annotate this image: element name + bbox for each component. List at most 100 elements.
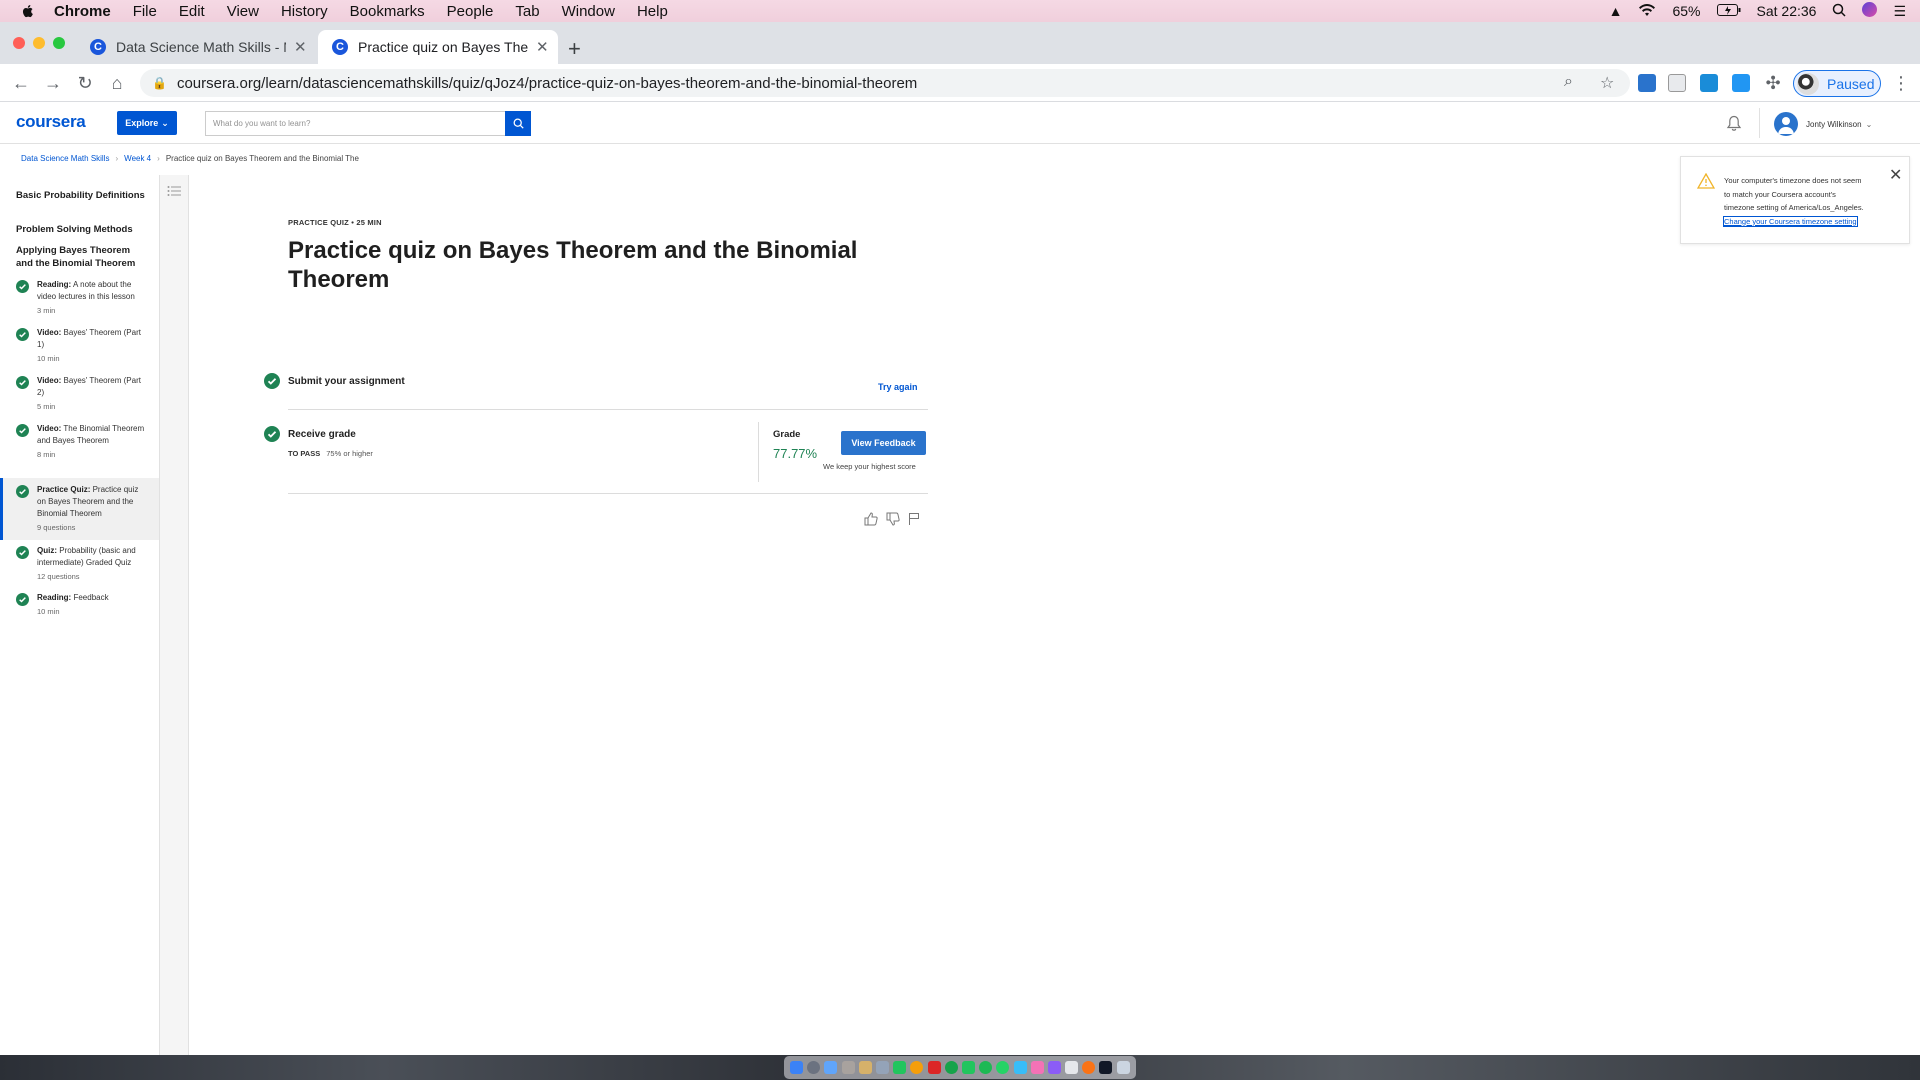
home-icon[interactable]: ⌂ — [106, 72, 128, 94]
battery-percent[interactable]: 65% — [1672, 3, 1700, 19]
spotlight-icon[interactable] — [1832, 3, 1846, 20]
chrome-menu-icon[interactable]: ⋮ — [1890, 72, 1912, 94]
menu-bookmarks[interactable]: Bookmarks — [350, 3, 425, 20]
menu-window[interactable]: Window — [562, 3, 615, 20]
notifications-bell-icon[interactable] — [1726, 115, 1742, 137]
notes-icon[interactable] — [858, 1061, 872, 1074]
explore-button[interactable]: Explore ⌄ — [117, 111, 177, 135]
url-text[interactable]: coursera.org/learn/datasciencemathskills… — [177, 75, 917, 92]
image-capture-icon[interactable] — [876, 1061, 890, 1074]
view-feedback-button[interactable]: View Feedback — [841, 431, 926, 455]
sidebar-item-reading-feedback[interactable]: Reading: Feedback 10 min — [0, 592, 159, 618]
control-center-icon[interactable]: ☰ — [1893, 3, 1906, 20]
podcasts-icon[interactable] — [1047, 1061, 1061, 1074]
tab-strip: C Data Science Math Skills - Mea ✕ C Pra… — [0, 22, 1920, 64]
tab-practice-quiz[interactable]: C Practice quiz on Bayes Theorem ✕ — [318, 30, 558, 64]
wifi-icon[interactable] — [1638, 3, 1656, 20]
warning-icon — [1697, 173, 1715, 189]
back-icon[interactable]: ← — [10, 72, 32, 94]
sidebar-section-problem-solving[interactable]: Problem Solving Methods — [16, 223, 146, 236]
minimize-window-icon[interactable] — [33, 37, 45, 49]
vivaldi-icon[interactable] — [927, 1061, 941, 1074]
photos-icon[interactable] — [910, 1061, 924, 1074]
thumbs-down-icon[interactable] — [886, 512, 900, 531]
item-duration: 10 min — [37, 354, 60, 363]
launchpad-icon[interactable] — [807, 1061, 821, 1074]
reload-icon[interactable]: ↻ — [74, 72, 96, 94]
terminal-icon[interactable] — [1099, 1061, 1113, 1074]
finder-icon[interactable] — [790, 1061, 804, 1074]
zoom-window-icon[interactable] — [53, 37, 65, 49]
spotify-icon[interactable] — [979, 1061, 993, 1074]
preview-icon[interactable] — [841, 1061, 855, 1074]
extension-pen-icon[interactable] — [1668, 74, 1686, 92]
menu-edit[interactable]: Edit — [179, 3, 205, 20]
extension-reader-icon[interactable] — [1638, 74, 1656, 92]
safari-icon[interactable] — [1065, 1061, 1079, 1074]
zoom-icon[interactable]: ⌕ — [1564, 73, 1573, 91]
trash-icon[interactable] — [1116, 1061, 1130, 1074]
sidebar-item-video-binomial[interactable]: Video: The Binomial Theorem and Bayes Th… — [0, 423, 159, 461]
new-tab-icon[interactable]: + — [568, 36, 581, 62]
check-circle-icon — [16, 546, 29, 559]
menu-view[interactable]: View — [227, 3, 259, 20]
photo-booth-icon[interactable] — [1030, 1061, 1044, 1074]
chevron-right-icon: › — [115, 154, 119, 163]
chevron-down-icon: ⌄ — [161, 117, 169, 128]
flag-icon[interactable] — [908, 512, 920, 531]
sidebar-item-video-bayes-1[interactable]: Video: Bayes' Theorem (Part 1) 10 min — [0, 327, 159, 365]
menu-tab[interactable]: Tab — [515, 3, 539, 20]
close-window-icon[interactable] — [13, 37, 25, 49]
battery-icon[interactable] — [1716, 3, 1741, 19]
close-tab-icon[interactable]: ✕ — [294, 38, 307, 56]
menu-file[interactable]: File — [133, 3, 157, 20]
lock-icon[interactable]: 🔒 — [152, 76, 167, 90]
sidebar-item-reading-note[interactable]: Reading: A note about the video lectures… — [0, 279, 159, 317]
breadcrumb: Data Science Math Skills › Week 4 › Prac… — [21, 154, 359, 163]
clock[interactable]: Sat 22:36 — [1757, 3, 1817, 19]
sidebar-item-graded-quiz[interactable]: Quiz: Probability (basic and intermediat… — [0, 545, 159, 583]
skype-icon[interactable] — [1013, 1061, 1027, 1074]
tab-data-science-math-skills[interactable]: C Data Science Math Skills - Mea ✕ — [76, 30, 312, 64]
list-toggle-icon[interactable] — [167, 185, 181, 200]
thumbs-up-icon[interactable] — [864, 512, 878, 531]
app-store-icon[interactable] — [824, 1061, 838, 1074]
maps-icon[interactable] — [893, 1061, 907, 1074]
messages-icon[interactable] — [961, 1061, 975, 1074]
chevron-down-icon: ⌄ — [1865, 119, 1873, 129]
whatsapp-icon[interactable] — [996, 1061, 1010, 1074]
page-title: Practice quiz on Bayes Theorem and the B… — [288, 237, 858, 293]
search-button[interactable] — [505, 111, 531, 136]
sidebar-item-video-bayes-2[interactable]: Video: Bayes' Theorem (Part 2) 5 min — [0, 375, 159, 413]
apple-icon[interactable] — [20, 3, 36, 19]
change-timezone-link[interactable]: Change your Coursera timezone setting — [1723, 215, 1858, 227]
close-icon[interactable]: ✕ — [1889, 165, 1902, 185]
breadcrumb-course[interactable]: Data Science Math Skills — [21, 154, 109, 163]
extension-arrow-icon[interactable] — [1732, 74, 1750, 92]
try-again-link[interactable]: Try again — [878, 382, 918, 392]
search-input[interactable]: What do you want to learn? — [205, 111, 505, 136]
item-title: Feedback — [73, 593, 109, 602]
extension-book-icon[interactable] — [1700, 74, 1718, 92]
siri-icon[interactable] — [1862, 2, 1878, 20]
bookmark-star-icon[interactable]: ☆ — [1600, 73, 1614, 93]
forward-icon[interactable]: → — [42, 72, 64, 94]
coursera-logo[interactable]: coursera — [16, 112, 86, 132]
firefox-icon[interactable] — [1082, 1061, 1096, 1074]
header-divider — [1759, 108, 1760, 138]
sidebar-section-bayes-binomial[interactable]: Applying Bayes Theorem and the Binomial … — [16, 244, 146, 270]
address-bar[interactable]: 🔒 coursera.org/learn/datasciencemathskil… — [140, 69, 1630, 97]
menu-history[interactable]: History — [281, 3, 328, 20]
close-tab-icon[interactable]: ✕ — [536, 38, 549, 56]
drive-icon[interactable]: ▲ — [1609, 3, 1623, 19]
breadcrumb-week[interactable]: Week 4 — [124, 154, 151, 163]
menu-people[interactable]: People — [447, 3, 494, 20]
sidebar-section-basic-probability[interactable]: Basic Probability Definitions — [16, 189, 146, 202]
user-menu[interactable]: Jonty Wilkinson ⌄ — [1774, 112, 1872, 136]
menu-app-chrome[interactable]: Chrome — [54, 3, 111, 20]
menu-help[interactable]: Help — [637, 3, 668, 20]
extensions-puzzle-icon[interactable]: ✣ — [1762, 72, 1784, 94]
profile-button[interactable]: Paused — [1793, 70, 1881, 97]
sidebar-item-practice-quiz[interactable]: Practice Quiz: Practice quiz on Bayes Th… — [0, 478, 159, 540]
chrome-icon[interactable] — [944, 1061, 958, 1074]
